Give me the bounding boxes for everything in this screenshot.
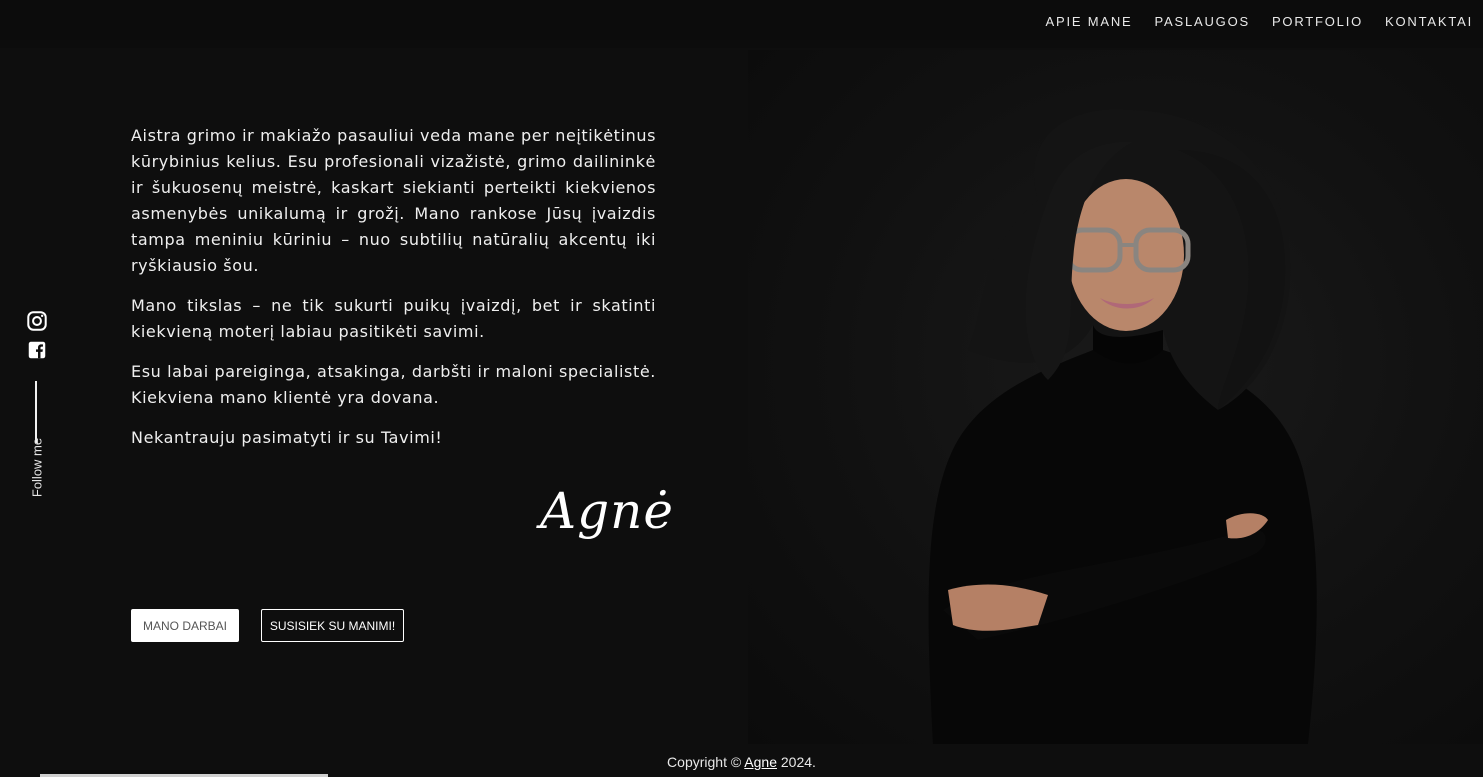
follow-me-label: Follow me xyxy=(29,437,45,498)
signature: Agnė xyxy=(540,482,674,540)
about-text: Aistra grimo ir makiažo pasauliui veda m… xyxy=(131,123,656,465)
top-navigation: APIE MANE PASLAUGOS PORTFOLIO KONTAKTAI xyxy=(0,0,1483,48)
about-paragraph: Nekantrauju pasimatyti ir su Tavimi! xyxy=(131,428,443,447)
nav-item-kontaktai[interactable]: KONTAKTAI xyxy=(1385,14,1473,29)
facebook-icon[interactable] xyxy=(26,339,48,361)
footer-copyright-prefix: Copyright © xyxy=(667,754,745,770)
footer-copyright-suffix: 2024. xyxy=(777,754,816,770)
social-rail: Follow me xyxy=(24,310,48,497)
about-paragraph: Mano tikslas – ne tik sukurti puikų įvai… xyxy=(131,296,656,341)
works-button[interactable]: MANO DARBAI xyxy=(131,609,239,642)
portrait-photo xyxy=(748,50,1483,744)
instagram-icon[interactable] xyxy=(26,310,48,332)
nav-item-apie-mane[interactable]: APIE MANE xyxy=(1046,14,1133,29)
contact-button[interactable]: SUSISIEK SU MANIMI! xyxy=(261,609,404,642)
portrait-illustration xyxy=(928,109,1317,744)
about-paragraph: Aistra grimo ir makiažo pasauliui veda m… xyxy=(131,126,656,275)
footer-author-link[interactable]: Agne xyxy=(744,754,777,770)
page: APIE MANE PASLAUGOS PORTFOLIO KONTAKTAI … xyxy=(0,0,1483,777)
footer: Copyright © Agne 2024. xyxy=(0,754,1483,770)
nav-item-paslaugos[interactable]: PASLAUGOS xyxy=(1155,14,1250,29)
nav-item-portfolio[interactable]: PORTFOLIO xyxy=(1272,14,1363,29)
about-paragraph: Esu labai pareiginga, atsakinga, darbšti… xyxy=(131,362,656,407)
